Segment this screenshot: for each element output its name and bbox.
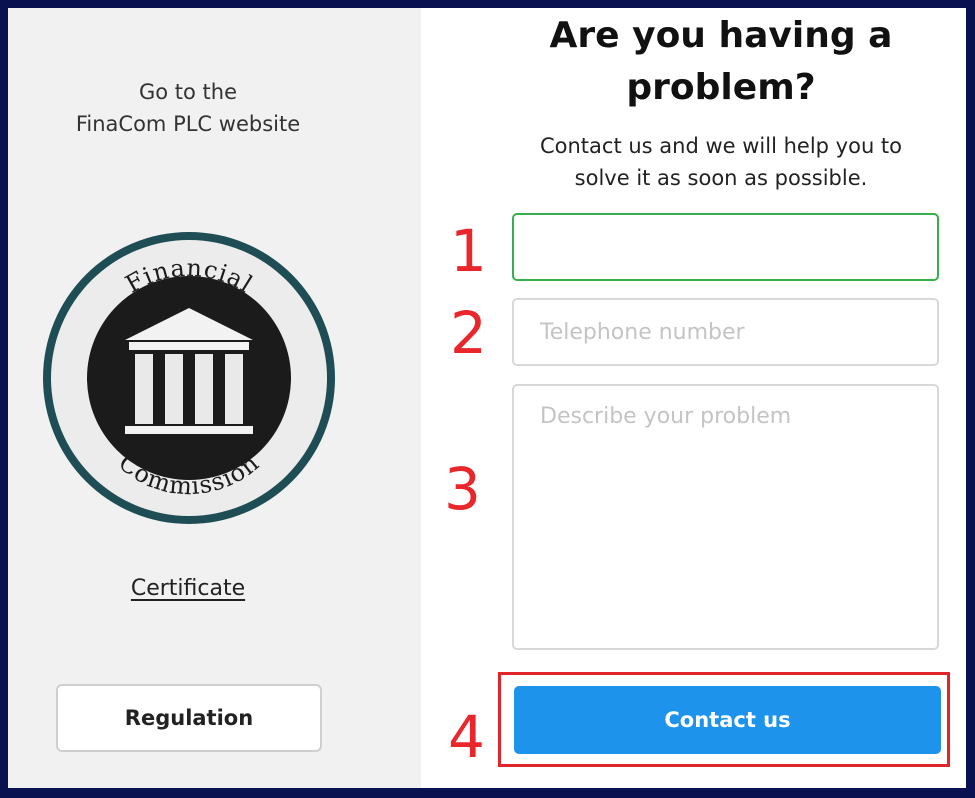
title-line2: problem? xyxy=(626,67,816,108)
regulation-button[interactable]: Regulation xyxy=(56,684,322,752)
window-frame: Go to the FinaCom PLC website Financial … xyxy=(8,8,966,788)
website-link-text[interactable]: Go to the FinaCom PLC website xyxy=(8,76,368,140)
form-title: Are you having a problem? xyxy=(511,10,931,114)
left-panel: Go to the FinaCom PLC website Financial … xyxy=(8,8,421,788)
title-line1: Are you having a xyxy=(549,15,893,56)
subtitle-line2: solve it as soon as possible. xyxy=(574,166,868,190)
annotation-number-3: 3 xyxy=(444,455,481,523)
contact-button-highlight: Contact us xyxy=(498,672,950,767)
contact-form-panel: Are you having a problem? Contact us and… xyxy=(421,8,966,788)
form-subtitle: Contact us and we will help you to solve… xyxy=(511,130,931,194)
annotation-number-2: 2 xyxy=(450,299,487,367)
certificate-link[interactable]: Certificate xyxy=(8,576,368,601)
go-to-line2: FinaCom PLC website xyxy=(75,112,301,136)
annotation-number-1: 1 xyxy=(450,217,487,285)
go-to-line1: Go to the xyxy=(138,80,238,104)
contact-us-button[interactable]: Contact us xyxy=(514,686,941,754)
problem-description-field[interactable] xyxy=(512,384,939,650)
subtitle-line1: Contact us and we will help you to xyxy=(539,134,903,158)
name-field[interactable] xyxy=(512,213,939,281)
financial-commission-seal-icon: Financial Commission xyxy=(43,232,335,524)
annotation-number-4: 4 xyxy=(448,703,485,771)
telephone-field[interactable] xyxy=(512,298,939,366)
